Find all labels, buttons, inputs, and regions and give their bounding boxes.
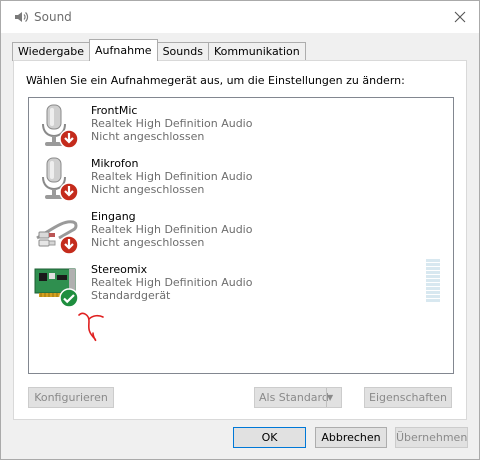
list-item[interactable]: Mikrofon Realtek High Definition Audio N… [29, 155, 453, 205]
device-name: FrontMic [91, 104, 138, 117]
disconnected-badge-icon [59, 182, 79, 202]
tab-sounds[interactable]: Sounds [157, 42, 208, 61]
speaker-icon [15, 12, 29, 22]
close-icon [454, 11, 466, 23]
device-driver: Realtek High Definition Audio [91, 223, 253, 236]
annotation-scribble [78, 312, 104, 342]
disconnected-badge-icon [59, 129, 79, 149]
list-item[interactable]: Eingang Realtek High Definition Audio Ni… [29, 208, 453, 258]
device-status: Nicht angeschlossen [91, 183, 205, 196]
recording-panel: Wählen Sie ein Aufnahmegerät aus, um die… [13, 60, 467, 420]
disconnected-badge-icon [59, 235, 79, 255]
configure-button[interactable]: Konfigurieren [28, 387, 114, 408]
device-status: Nicht angeschlossen [91, 130, 205, 143]
chevron-down-icon[interactable]: ▼ [326, 388, 341, 407]
instruction-text: Wählen Sie ein Aufnahmegerät aus, um die… [26, 74, 405, 87]
device-name: Mikrofon [91, 157, 139, 170]
level-meter [426, 259, 440, 303]
cancel-button[interactable]: Abbrechen [315, 427, 387, 448]
set-default-button[interactable]: Als Standard ▼ [254, 387, 342, 408]
tab-wiedergabe[interactable]: Wiedergabe [12, 42, 90, 61]
device-name: Stereomix [91, 263, 148, 276]
title-bar: Sound [1, 1, 479, 33]
apply-button[interactable]: Übernehmen [395, 427, 468, 448]
device-driver: Realtek High Definition Audio [91, 117, 253, 130]
device-status: Nicht angeschlossen [91, 236, 205, 249]
close-button[interactable] [449, 6, 471, 28]
device-list[interactable]: FrontMic Realtek High Definition Audio N… [28, 97, 454, 374]
device-driver: Realtek High Definition Audio [91, 276, 253, 289]
device-name: Eingang [91, 210, 136, 223]
list-item[interactable]: FrontMic Realtek High Definition Audio N… [29, 102, 453, 152]
default-check-badge-icon [59, 288, 79, 308]
device-status: Standardgerät [91, 289, 171, 302]
tab-aufnahme[interactable]: Aufnahme [89, 39, 158, 61]
tab-kommunikation[interactable]: Kommunikation [207, 42, 306, 61]
tab-strip: Wiedergabe Aufnahme Sounds Kommunikation [12, 39, 306, 61]
window-title: Sound [34, 10, 72, 24]
set-default-label: Als Standard [259, 391, 329, 404]
list-item-selected[interactable]: Stereomix Realtek High Definition Audio … [29, 259, 453, 311]
sound-dialog: Sound Wiedergabe Aufnahme Sounds Kommuni… [0, 0, 480, 460]
device-driver: Realtek High Definition Audio [91, 170, 253, 183]
ok-button[interactable]: OK [233, 427, 306, 448]
properties-button[interactable]: Eigenschaften [364, 387, 452, 408]
